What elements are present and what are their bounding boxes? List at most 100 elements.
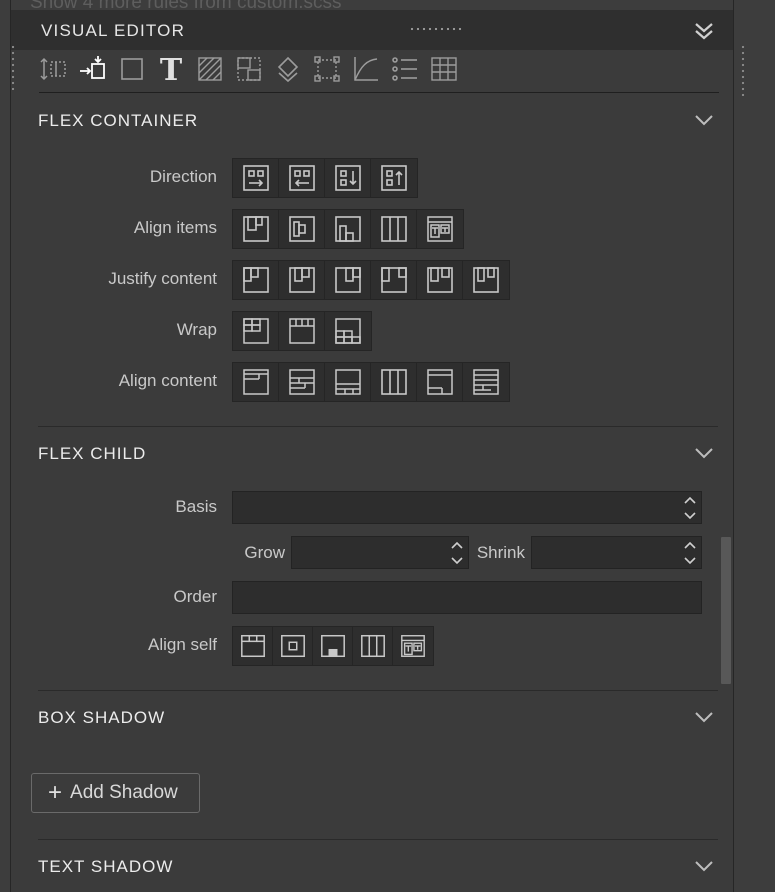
align-self-flex-end-button[interactable] — [313, 627, 353, 665]
justify-center-icon — [288, 267, 315, 293]
panel-right-edge — [733, 0, 734, 892]
list-icon[interactable] — [390, 54, 420, 84]
justify-space-between-button[interactable] — [371, 261, 417, 299]
align-content-flex-end-button[interactable] — [325, 363, 371, 401]
direction-column-reverse-icon — [381, 165, 407, 191]
align-content-label: Align content — [118, 371, 217, 390]
double-chevron-down-icon — [695, 23, 713, 40]
nowrap-icon — [288, 318, 315, 344]
transition-curve-icon[interactable] — [351, 54, 381, 84]
scrollbar-thumb[interactable] — [721, 537, 731, 684]
panel-title: VISUAL EDITOR — [41, 21, 186, 40]
direction-row-reverse-button[interactable] — [279, 159, 325, 197]
align-end-icon — [334, 216, 361, 242]
align-center-icon — [288, 216, 315, 242]
shrink-label: Shrink — [476, 543, 525, 562]
flex-child-section-header[interactable]: FLEX CHILD — [38, 435, 718, 475]
align-self-flex-start-button[interactable] — [233, 627, 273, 665]
align-self-baseline-button[interactable] — [393, 627, 433, 665]
align-content-stretch-button[interactable] — [371, 363, 417, 401]
nowrap-button[interactable] — [279, 312, 325, 350]
align-content-space-between-button[interactable] — [417, 363, 463, 401]
wrap-reverse-button[interactable] — [325, 312, 371, 350]
wrap-button[interactable] — [233, 312, 279, 350]
direction-row-button[interactable] — [233, 159, 279, 197]
add-shadow-button[interactable]: + Add Shadow — [31, 773, 200, 813]
align-content-flex-start-button[interactable] — [233, 363, 279, 401]
resize-handle-left[interactable] — [11, 44, 15, 90]
panel-header[interactable]: VISUAL EDITOR — [11, 10, 733, 50]
spacing-icon[interactable] — [39, 54, 69, 84]
chevron-down-icon — [695, 861, 713, 872]
basis-input[interactable] — [233, 492, 701, 523]
layout-icon[interactable] — [234, 54, 264, 84]
collapse-panel-button[interactable] — [691, 18, 717, 44]
align-content-between-icon — [426, 369, 453, 395]
align-self-button-group — [232, 626, 434, 666]
justify-space-around-button[interactable] — [417, 261, 463, 299]
section-divider — [38, 839, 718, 840]
align-items-flex-start-button[interactable] — [233, 210, 279, 248]
fill-icon[interactable] — [273, 54, 303, 84]
align-items-button-group — [232, 209, 464, 249]
align-content-button-group — [232, 362, 510, 402]
order-input[interactable] — [233, 582, 701, 613]
align-self-baseline-icon — [401, 635, 425, 657]
align-content-center-button[interactable] — [279, 363, 325, 401]
align-self-stretch-button[interactable] — [353, 627, 393, 665]
chevron-down-icon — [695, 712, 713, 723]
typography-icon[interactable]: T — [156, 53, 186, 88]
background-icon[interactable] — [195, 54, 225, 84]
basis-field — [232, 491, 702, 524]
align-content-end-icon — [334, 369, 361, 395]
direction-column-button[interactable] — [325, 159, 371, 197]
svg-text:T: T — [160, 54, 183, 84]
direction-column-reverse-button[interactable] — [371, 159, 417, 197]
justify-flex-end-button[interactable] — [325, 261, 371, 299]
grow-input[interactable] — [292, 537, 468, 568]
shrink-input[interactable] — [532, 537, 701, 568]
grow-field — [291, 536, 469, 569]
align-items-baseline-button[interactable] — [417, 210, 463, 248]
justify-around-icon — [426, 267, 453, 293]
shrink-field — [531, 536, 702, 569]
justify-flex-start-button[interactable] — [233, 261, 279, 299]
direction-row-reverse-icon — [288, 165, 315, 191]
border-icon[interactable] — [117, 54, 147, 84]
category-toolbar: T — [39, 50, 719, 93]
align-items-stretch-button[interactable] — [371, 210, 417, 248]
table-icon[interactable] — [429, 54, 459, 84]
drag-handle[interactable] — [409, 27, 463, 31]
justify-center-button[interactable] — [279, 261, 325, 299]
direction-button-group — [232, 158, 418, 198]
align-items-center-button[interactable] — [279, 210, 325, 248]
selection-box-icon[interactable] — [312, 54, 342, 84]
spinner-arrows-icon[interactable] — [683, 539, 697, 567]
wrap-button-group — [232, 311, 372, 351]
flex-container-section-header[interactable]: FLEX CONTAINER — [38, 102, 718, 142]
justify-evenly-icon — [473, 267, 499, 293]
justify-space-evenly-button[interactable] — [463, 261, 509, 299]
plus-icon: + — [48, 779, 63, 806]
spinner-arrows-icon[interactable] — [683, 494, 697, 522]
align-items-flex-end-button[interactable] — [325, 210, 371, 248]
position-icon[interactable] — [78, 54, 108, 84]
chevron-down-icon — [695, 448, 713, 459]
align-self-center-icon — [280, 634, 305, 658]
justify-content-button-group — [232, 260, 510, 300]
align-content-space-around-button[interactable] — [463, 363, 509, 401]
resize-handle-right[interactable] — [741, 44, 745, 96]
section-title: FLEX CONTAINER — [38, 111, 199, 130]
box-shadow-section-header[interactable]: BOX SHADOW — [38, 699, 718, 739]
section-title: BOX SHADOW — [38, 708, 166, 727]
wrap-reverse-icon — [335, 318, 361, 344]
direction-column-icon — [334, 165, 361, 191]
direction-row-icon — [242, 165, 269, 191]
align-self-label: Align self — [148, 635, 217, 654]
align-self-center-button[interactable] — [273, 627, 313, 665]
order-field — [232, 581, 702, 614]
wrap-icon — [242, 318, 269, 344]
text-shadow-section-header[interactable]: TEXT SHADOW — [38, 848, 718, 888]
align-self-start-icon — [240, 634, 265, 658]
section-divider — [38, 690, 718, 691]
